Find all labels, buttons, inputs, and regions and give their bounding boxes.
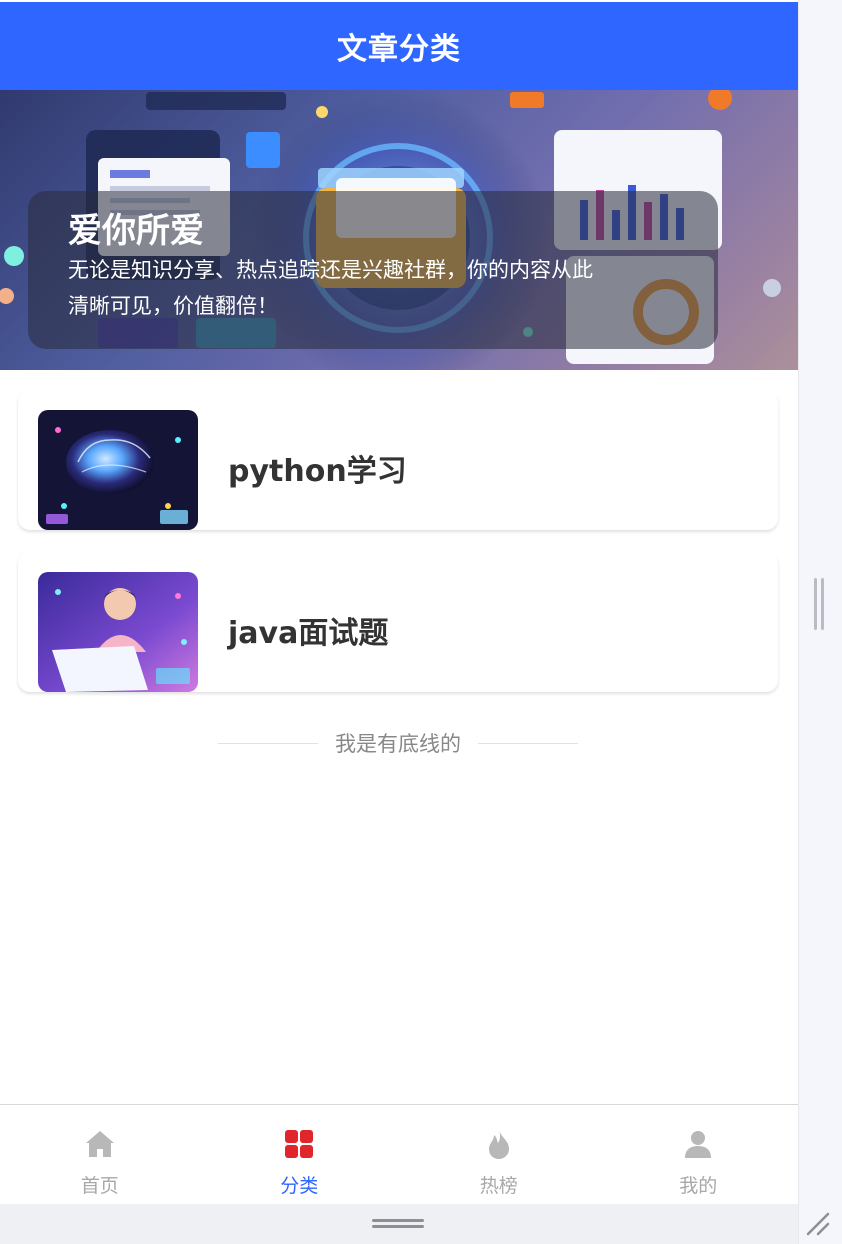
- category-item-java[interactable]: java面试题: [18, 552, 778, 692]
- tab-mine[interactable]: 我的: [599, 1105, 799, 1204]
- category-thumbnail: [38, 572, 198, 692]
- list-end-text: 我是有底线的: [335, 732, 461, 756]
- coder-laptop-illustration: [38, 572, 198, 692]
- category-item-python[interactable]: python学习: [18, 390, 778, 530]
- user-icon: [685, 1131, 712, 1158]
- banner[interactable]: 爱你所爱 无论是知识分享、热点追踪还是兴趣社群，你的内容从此 清晰可见，价值翻倍…: [0, 90, 798, 370]
- home-indicator-bar[interactable]: [372, 1219, 424, 1231]
- resize-grip-icon[interactable]: [806, 1212, 830, 1236]
- home-icon: [85, 1131, 114, 1157]
- tab-hot[interactable]: 热榜: [399, 1105, 599, 1204]
- splitter-handle[interactable]: [814, 578, 824, 630]
- app-screen: 文章分类 爱你所爱 无论是知识分享、热点追踪还是兴趣社群，你的内容从此 清晰可见…: [0, 0, 798, 1204]
- list-end-divider: 我是有底线的: [218, 728, 578, 758]
- tab-label: 分类: [280, 1175, 319, 1197]
- banner-subtitle-line2: 清晰可见，价值翻倍！: [68, 294, 278, 318]
- banner-title: 爱你所爱: [68, 211, 204, 251]
- banner-caption: 爱你所爱 无论是知识分享、热点追踪还是兴趣社群，你的内容从此 清晰可见，价值翻倍…: [28, 191, 718, 349]
- tab-label: 热榜: [479, 1175, 518, 1197]
- brain-illustration: [38, 410, 198, 530]
- flame-icon: [488, 1129, 509, 1159]
- tab-label: 首页: [80, 1175, 119, 1197]
- bottom-tab-bar: 首页 分类 热榜 我的: [0, 1104, 798, 1204]
- nav-header: 文章分类: [0, 2, 798, 90]
- category-label: java面试题: [228, 616, 389, 651]
- category-thumbnail: [38, 410, 198, 530]
- tab-category[interactable]: 分类: [200, 1105, 400, 1204]
- category-grid-icon: [285, 1130, 314, 1158]
- tab-label: 我的: [679, 1175, 718, 1197]
- banner-subtitle-line1: 无论是知识分享、热点追踪还是兴趣社群，你的内容从此: [68, 258, 593, 282]
- page-title: 文章分类: [337, 32, 461, 67]
- category-label: python学习: [228, 454, 407, 489]
- tab-home[interactable]: 首页: [0, 1105, 200, 1204]
